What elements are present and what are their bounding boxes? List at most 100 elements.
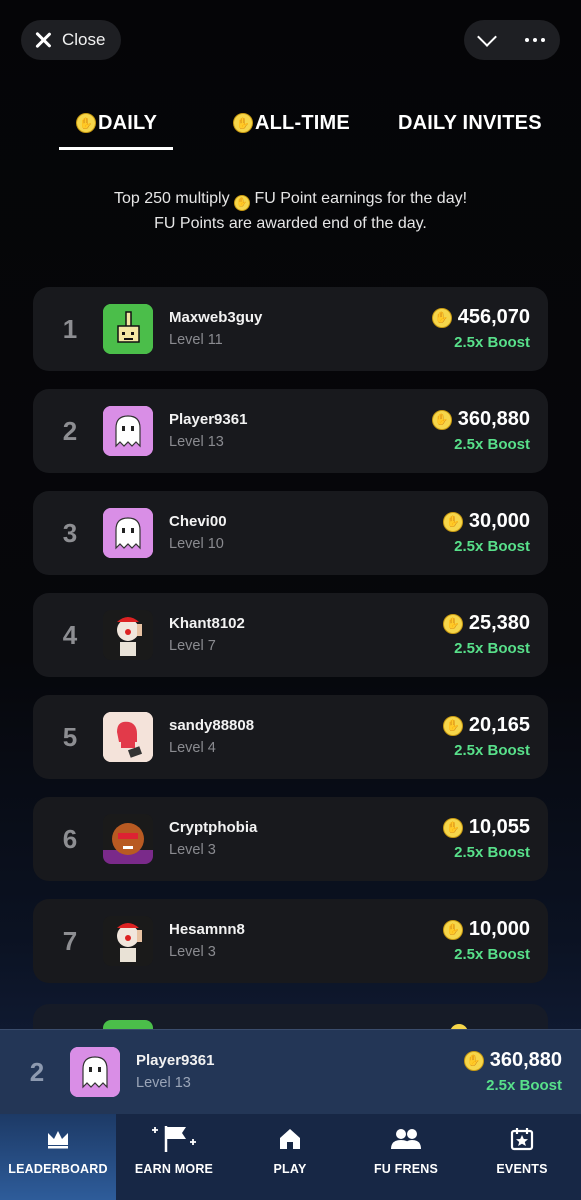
tab-label: DAILY INVITES — [398, 111, 542, 134]
leaderboard-row[interactable]: 3 Chevi00 Level 10 ✋ 30,000 2.5x Boost — [33, 491, 548, 575]
nav-earn-more[interactable]: EARN MORE — [116, 1114, 232, 1200]
player-level: Level 10 — [169, 536, 224, 552]
close-label: Close — [62, 30, 106, 49]
nav-leaderboard[interactable]: LEADERBOARD — [0, 1114, 116, 1200]
clown-icon — [103, 610, 153, 660]
player-level: Level 3 — [169, 944, 216, 960]
rank-number: 7 — [62, 926, 78, 956]
points-value: ✋ 10,055 — [442, 816, 530, 839]
player-level: Level 7 — [169, 638, 216, 654]
leaderboard-row[interactable]: 5 sandy88808 Level 4 ✋ 20,165 2.5x Boost — [33, 695, 548, 779]
nav-label: LEADERBOARD — [8, 1162, 108, 1176]
rank-number: 2 — [62, 416, 78, 446]
tab-daily[interactable]: ✋ DAILY — [58, 108, 174, 150]
nav-fu-frens[interactable]: FU FRENS — [348, 1114, 464, 1200]
chevron-down-icon[interactable] — [476, 27, 497, 47]
avatar — [103, 610, 153, 660]
avatar — [103, 712, 153, 762]
nav-events[interactable]: EVENTS — [464, 1114, 580, 1200]
rank-number: 6 — [62, 824, 78, 854]
boost-badge: 2.5x Boost — [454, 334, 530, 351]
fu-coin-icon: ✋ — [442, 511, 463, 532]
leaderboard-row[interactable]: 6 Cryptphobia Level 3 ✋ 10,055 2.5x Boost — [33, 797, 548, 881]
player-name: Khant8102 — [169, 615, 245, 632]
rank-number: 2 — [29, 1057, 45, 1087]
fu-coin-icon: ✋ — [442, 715, 463, 736]
pixel-hand-icon — [103, 304, 153, 354]
nav-label: FU FRENS — [373, 1162, 439, 1176]
avatar — [103, 814, 153, 864]
player-name: Player9361 — [169, 411, 248, 428]
rank-number: 3 — [62, 518, 78, 548]
description-text: Top 250 multiply — [113, 190, 230, 207]
ghost-icon — [103, 406, 153, 456]
points-value: ✋ 30,000 — [442, 510, 530, 533]
glove-icon — [103, 712, 153, 762]
fu-coin-icon: ✋ — [442, 613, 463, 634]
crown-icon — [46, 1124, 70, 1154]
fu-coin-icon: ✋ — [234, 194, 251, 211]
player-level: Level 11 — [169, 332, 223, 348]
avatar — [70, 1047, 120, 1097]
fu-coin-icon: ✋ — [431, 307, 452, 328]
close-icon — [33, 30, 53, 50]
boost-badge: 2.5x Boost — [454, 844, 530, 861]
avatar — [103, 916, 153, 966]
bottom-nav: LEADERBOARD EARN MORE PLAY FU FRENS EVEN… — [0, 1114, 581, 1200]
tab-daily-invites[interactable]: DAILY INVITES — [398, 108, 542, 138]
fu-coin-icon: ✋ — [76, 113, 96, 133]
player-name: sandy88808 — [169, 717, 255, 734]
player-name: Cryptphobia — [169, 819, 258, 836]
home-icon — [278, 1124, 302, 1154]
player-name: Maxweb3guy — [169, 309, 263, 326]
boost-badge: 2.5x Boost — [454, 640, 530, 657]
player-name: Hesamnn8 — [169, 921, 245, 938]
nav-label: PLAY — [273, 1162, 307, 1176]
hairy-creature-icon — [103, 814, 153, 864]
tab-label: ALL-TIME — [255, 111, 350, 134]
points-value: ✋ 360,880 — [431, 408, 530, 431]
top-bar: Close — [21, 20, 560, 60]
points-value: ✋ 20,165 — [442, 714, 530, 737]
avatar — [103, 406, 153, 456]
more-options-icon[interactable] — [524, 38, 545, 42]
boost-badge: 2.5x Boost — [454, 742, 530, 759]
description-text: FU Point earnings for the day! — [254, 190, 468, 207]
player-name: Player9361 — [136, 1052, 215, 1069]
points-value: ✋ 456,070 — [431, 306, 530, 329]
fu-coin-icon: ✋ — [442, 919, 463, 940]
boost-badge: 2.5x Boost — [454, 436, 530, 453]
fu-coin-icon: ✋ — [431, 409, 452, 430]
current-user-row[interactable]: 2 Player9361 Level 13 ✋ 360,880 2.5x Boos… — [0, 1029, 581, 1114]
nav-label: EVENTS — [496, 1162, 548, 1176]
fu-coin-icon: ✋ — [442, 817, 463, 838]
ghost-icon — [103, 508, 153, 558]
player-level: Level 13 — [136, 1075, 191, 1091]
avatar — [103, 304, 153, 354]
leaderboard-row[interactable]: 2 Player9361 Level 13 ✋ 360,880 2.5x Boos… — [33, 389, 548, 473]
boost-badge: 2.5x Boost — [454, 946, 530, 963]
calendar-star-icon — [509, 1124, 535, 1154]
tab-label: DAILY — [98, 111, 158, 134]
leaderboard-row[interactable]: 1 Maxweb3guy Level 11 ✋ 456,070 2.5x Boos… — [33, 287, 548, 371]
friends-icon — [390, 1124, 422, 1154]
clown-icon — [103, 916, 153, 966]
nav-label: EARN MORE — [134, 1162, 214, 1176]
rank-number: 5 — [62, 722, 78, 752]
rank-number: 1 — [62, 314, 78, 344]
player-level: Level 13 — [169, 434, 224, 450]
fu-coin-icon: ✋ — [463, 1050, 484, 1071]
boost-badge: 2.5x Boost — [486, 1077, 562, 1094]
leaderboard-row[interactable]: 4 Khant8102 Level 7 ✋ 25,380 2.5x Boost — [33, 593, 548, 677]
leaderboard-description: Top 250 multiply ✋ FU Point earnings for… — [0, 186, 581, 236]
close-button[interactable]: Close — [21, 20, 121, 60]
avatar — [103, 508, 153, 558]
player-name: Chevi00 — [169, 513, 227, 530]
boost-badge: 2.5x Boost — [454, 538, 530, 555]
nav-play[interactable]: PLAY — [232, 1114, 348, 1200]
points-value: ✋ 25,380 — [442, 612, 530, 635]
leaderboard-row[interactable]: 7 Hesamnn8 Level 3 ✋ 10,000 2.5x Boost — [33, 899, 548, 983]
tab-all-time[interactable]: ✋ ALL-TIME — [233, 108, 350, 138]
player-level: Level 4 — [169, 740, 216, 756]
fu-coin-icon: ✋ — [233, 113, 253, 133]
